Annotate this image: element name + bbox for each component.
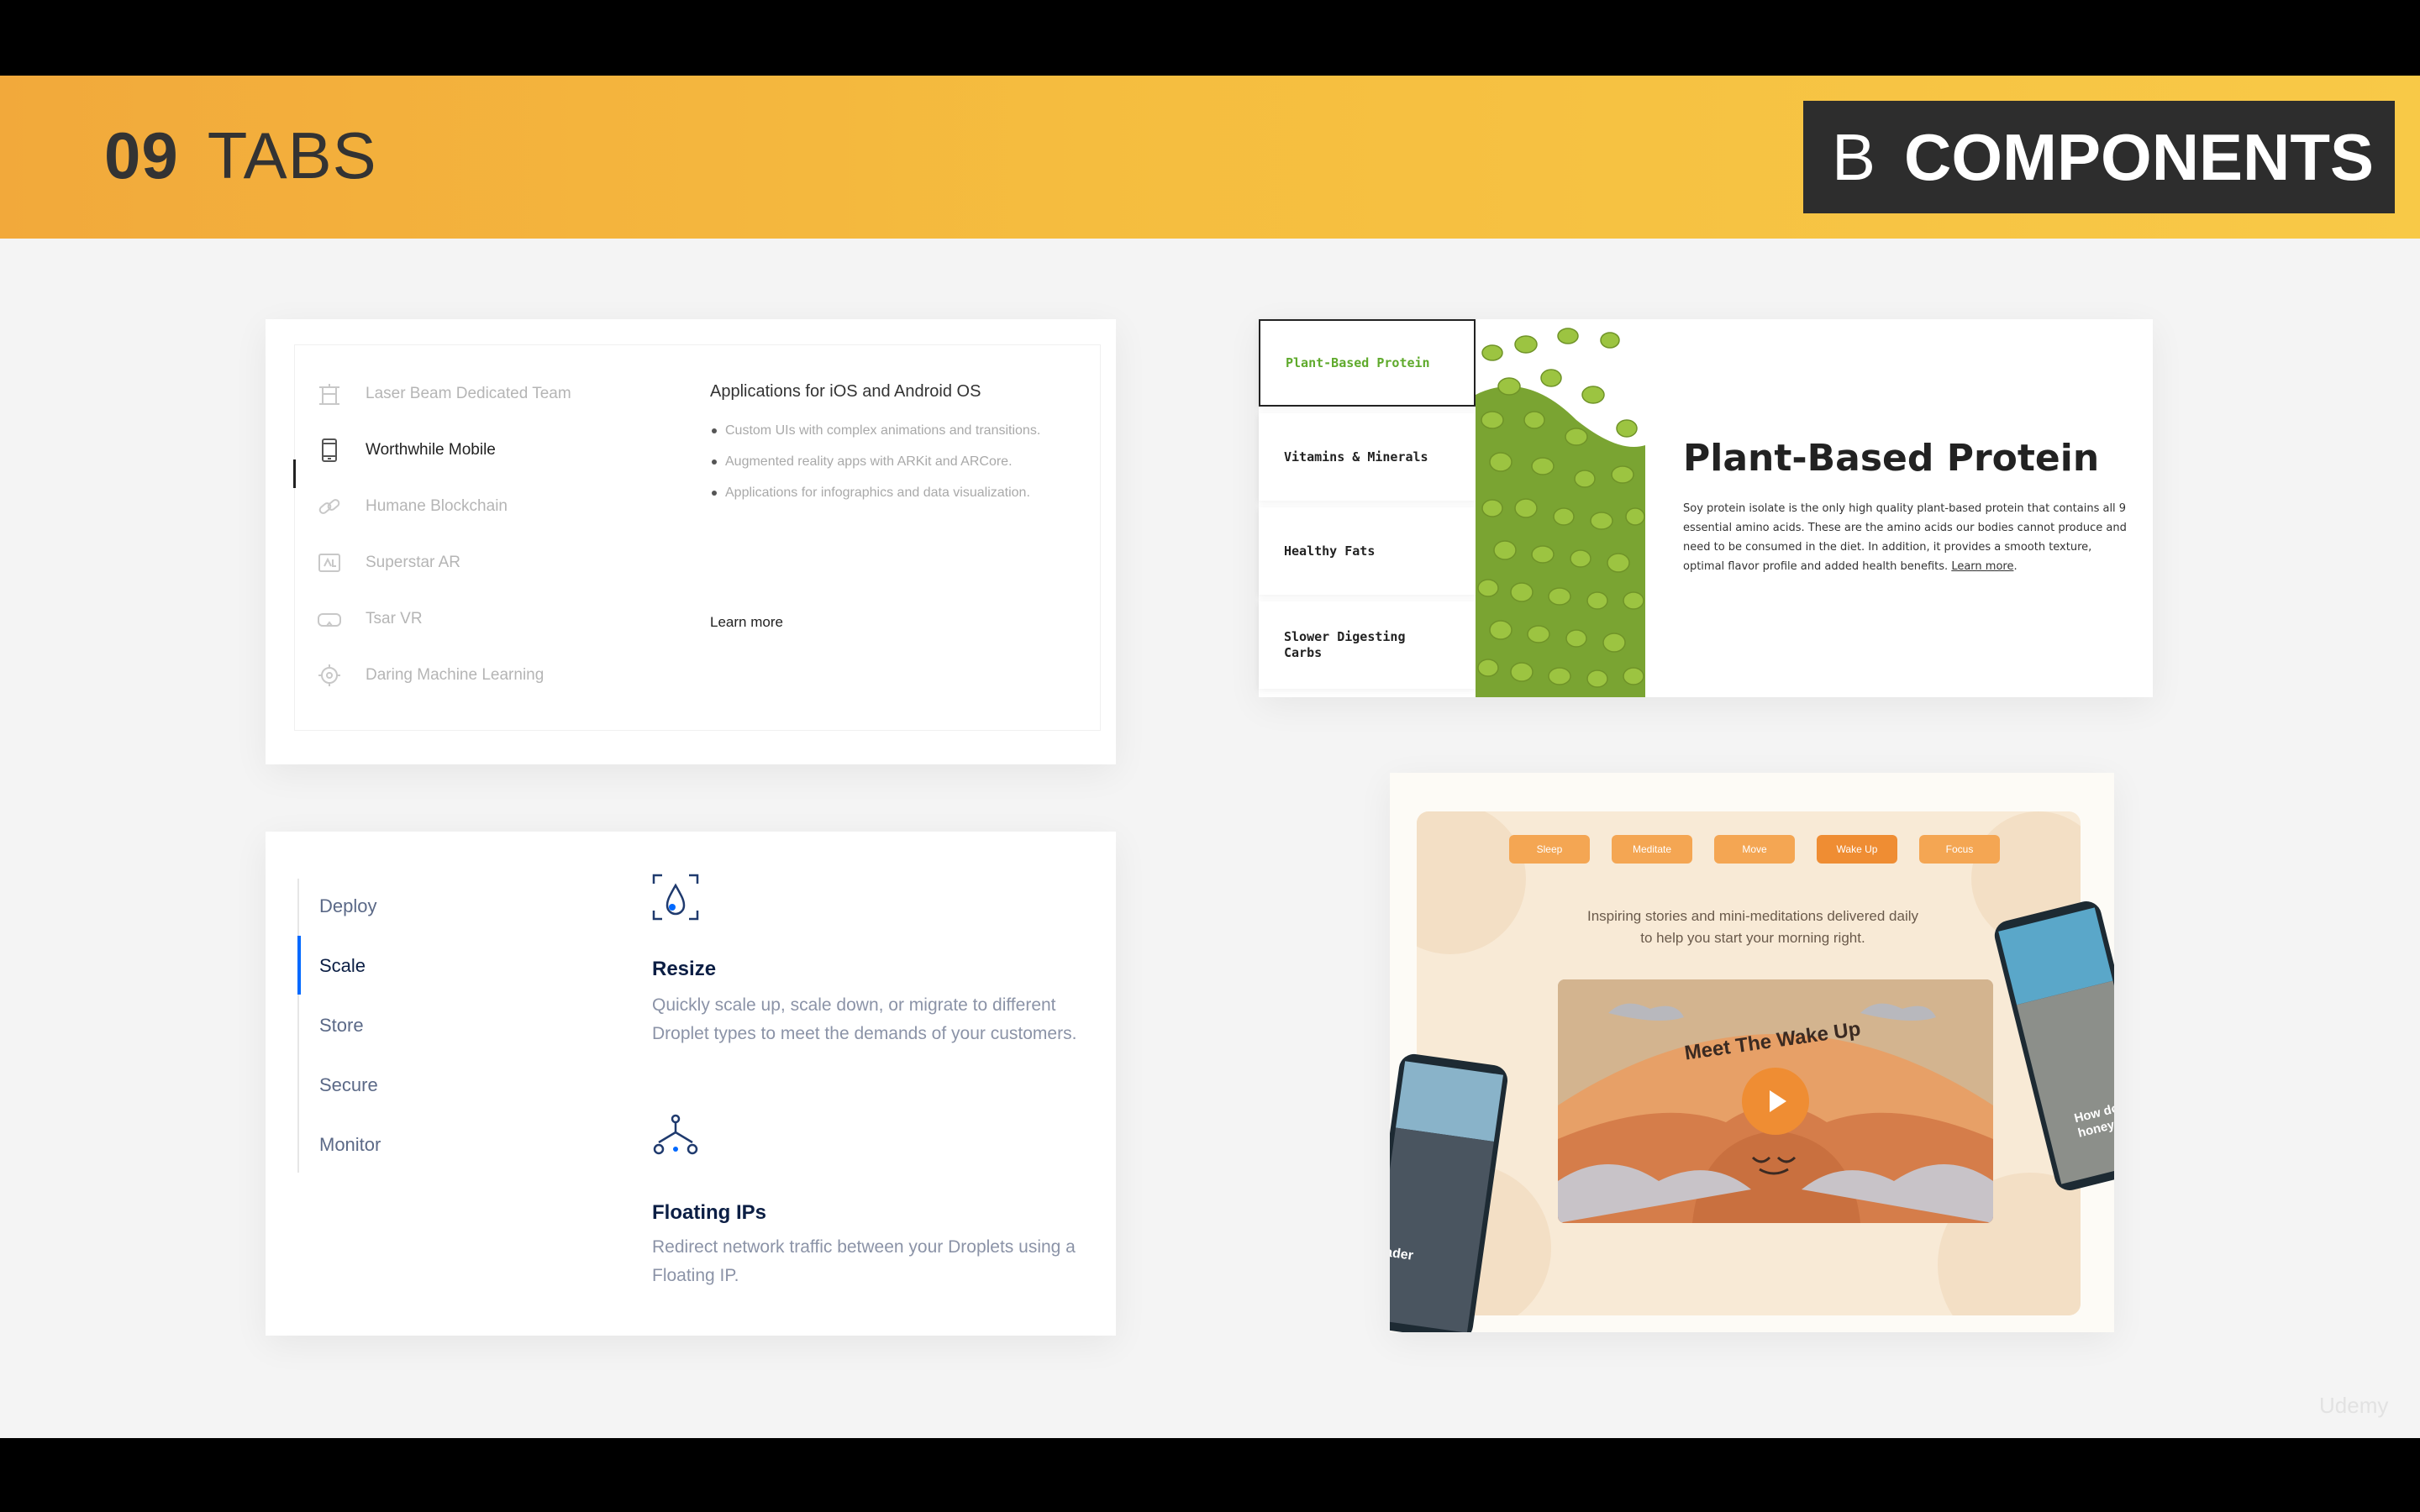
cloud-tabs-card: Deploy Scale Store Secure Monitor Resize… [266, 832, 1116, 1336]
letterbox-bottom [0, 1438, 2420, 1512]
letterbox-top [0, 0, 2420, 76]
tab-label: Laser Beam Dedicated Team [366, 385, 571, 402]
services-tabs-panel: Laser Beam Dedicated Team Worthwhile Mob… [293, 344, 1101, 731]
tab-slower-digesting-carbs[interactable]: Slower Digesting Carbs [1259, 601, 1476, 689]
protein-heading: Plant-Based Protein [1683, 437, 2100, 480]
tab-monitor[interactable]: Monitor [319, 1134, 381, 1156]
tab-scale[interactable]: Scale [319, 955, 366, 977]
resize-icon [650, 872, 701, 922]
tab-meditate[interactable]: Meditate [1612, 835, 1692, 864]
feature-title: Floating IPs [652, 1201, 767, 1224]
tab-healthy-fats[interactable]: Healthy Fats [1259, 507, 1476, 595]
badge-letter: B [1832, 119, 1876, 194]
protein-description: Soy protein isolate is the only high qua… [1683, 499, 2128, 576]
meditation-caption: Inspiring stories and mini-meditations d… [1586, 908, 1919, 946]
tab-worthwhile-mobile[interactable]: Worthwhile Mobile [315, 433, 496, 467]
bullet-item: Applications for infographics and data v… [710, 481, 1071, 504]
tab-label: Slower Digesting Carbs [1284, 629, 1406, 660]
tab-plant-based-protein[interactable]: Plant-Based Protein [1259, 319, 1476, 407]
video-player[interactable]: Meet The Wake Up [1558, 979, 1993, 1223]
mobile-icon [315, 436, 344, 465]
tab-daring-ml[interactable]: Daring Machine Learning [315, 659, 544, 692]
chain-icon [315, 492, 344, 521]
tab-humane-blockchain[interactable]: Humane Blockchain [315, 490, 508, 523]
feature-title: Resize [652, 958, 717, 980]
content-title: Applications for iOS and Android OS [710, 382, 981, 401]
nutrition-tab-list: Plant-Based Protein Vitamins & Minerals … [1259, 319, 1476, 697]
period: . [2013, 560, 2018, 573]
slide: 09 TABS B COMPONENTS Laser Beam Dedicated… [0, 76, 2420, 1438]
gear-brain-icon [315, 661, 344, 690]
bullet-item: Augmented reality apps with ARKit and AR… [710, 450, 1071, 473]
section-title: 09 TABS [104, 118, 377, 194]
play-icon[interactable] [1742, 1068, 1809, 1135]
meditation-panel: Sleep Meditate Move Wake Up Focus Inspir… [1417, 811, 2081, 1315]
protein-body-text: Soy protein isolate is the only high qua… [1683, 502, 2127, 573]
content-bullets: Custom UIs with complex animations and t… [710, 419, 1071, 512]
services-tabs-card: Laser Beam Dedicated Team Worthwhile Mob… [266, 319, 1116, 764]
ar-icon [315, 549, 344, 577]
edamame-beans-image [1476, 319, 1645, 697]
tab-label: Tsar VR [366, 610, 423, 627]
tab-superstar-ar[interactable]: Superstar AR [315, 546, 460, 580]
tab-label: Superstar AR [366, 554, 460, 571]
crane-icon [315, 380, 344, 408]
section-number: 09 [104, 118, 179, 192]
tab-label: Humane Blockchain [366, 497, 508, 515]
phone-left-text: ader [1390, 1245, 1414, 1263]
tab-label: Daring Machine Learning [366, 666, 544, 684]
tab-move[interactable]: Move [1714, 835, 1795, 864]
tab-track [297, 879, 299, 1173]
components-badge: B COMPONENTS [1803, 101, 2395, 213]
bullet-item: Custom UIs with complex animations and t… [710, 419, 1071, 442]
feature-text: Redirect network traffic between your Dr… [652, 1237, 1076, 1285]
floating-ip-icon [650, 1112, 701, 1163]
header-banner: 09 TABS B COMPONENTS [0, 76, 2420, 239]
tab-focus[interactable]: Focus [1919, 835, 2000, 864]
vr-headset-icon [315, 605, 344, 633]
active-tab-indicator [297, 936, 301, 995]
tab-laser-beam[interactable]: Laser Beam Dedicated Team [315, 377, 571, 411]
udemy-watermark: Udemy [2319, 1393, 2389, 1418]
learn-more-link[interactable]: Learn more [710, 614, 783, 631]
section-name: TABS [207, 118, 377, 192]
active-tab-indicator [293, 459, 296, 488]
tab-secure[interactable]: Secure [319, 1074, 378, 1096]
tab-vitamins-minerals[interactable]: Vitamins & Minerals [1259, 413, 1476, 501]
feature-text: Quickly scale up, scale down, or migrate… [652, 995, 1077, 1043]
badge-text: COMPONENTS [1904, 119, 2375, 194]
meditation-tabs-card: Sleep Meditate Move Wake Up Focus Inspir… [1390, 773, 2114, 1332]
tab-deploy[interactable]: Deploy [319, 895, 376, 917]
tab-store[interactable]: Store [319, 1015, 364, 1037]
protein-learn-more-link[interactable]: Learn more [1951, 560, 2013, 573]
tab-tsar-vr[interactable]: Tsar VR [315, 602, 423, 636]
nutrition-tabs-card: Plant-Based Protein Vitamins & Minerals … [1259, 319, 2153, 697]
tab-label: Worthwhile Mobile [366, 441, 496, 459]
tab-wake-up[interactable]: Wake Up [1817, 835, 1897, 864]
tab-sleep[interactable]: Sleep [1509, 835, 1590, 864]
